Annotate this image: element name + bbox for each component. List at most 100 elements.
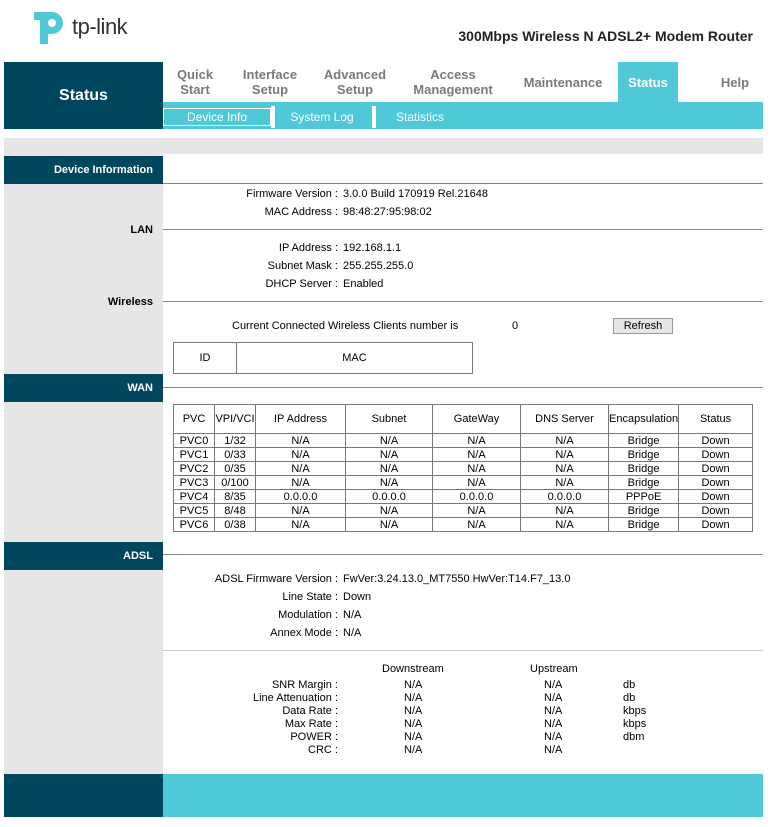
table-cell: Down	[678, 433, 753, 448]
nav-help[interactable]: Help	[710, 62, 760, 102]
current-section-title: Status	[4, 62, 163, 129]
adsl-stat-upstream: N/A	[544, 731, 563, 743]
nav-advanced-setup[interactable]: Advanced Setup	[315, 62, 395, 102]
subnet-label: Subnet Mask :	[267, 260, 338, 272]
adsl-stat-downstream: N/A	[404, 731, 423, 743]
table-row: PVC2 0/35 N/A N/A N/A N/A Bridge Down	[173, 461, 753, 476]
wireless-clients-label: Current Connected Wireless Clients numbe…	[232, 320, 459, 332]
table-cell: N/A	[255, 447, 346, 462]
subnav-device-info[interactable]: Device Info	[163, 108, 271, 126]
subnav-system-log[interactable]: System Log	[278, 108, 366, 126]
adsl-stat-label: Line Attenuation :	[252, 692, 338, 704]
table-cell: N/A	[345, 447, 433, 462]
line-state-value: Down	[343, 591, 372, 603]
nav-quick-start[interactable]: Quick Start	[163, 62, 227, 102]
adsl-stat-upstream: N/A	[544, 679, 563, 691]
table-cell: 0.0.0.0	[345, 489, 433, 504]
adsl-stat-upstream: N/A	[544, 744, 563, 756]
tp-link-logo-icon	[34, 12, 63, 44]
table-cell: N/A	[520, 475, 609, 490]
adsl-stat-label: Max Rate :	[284, 718, 338, 730]
divider	[163, 650, 763, 651]
table-row: PVC6 0/38 N/A N/A N/A N/A Bridge Down	[173, 517, 753, 532]
table-cell: Bridge	[607, 475, 680, 490]
nav-interface-setup[interactable]: Interface Setup	[230, 62, 310, 102]
adsl-stat-label: Data Rate :	[282, 705, 338, 717]
table-cell: 0/33	[214, 447, 256, 462]
table-cell: N/A	[520, 503, 609, 518]
section-lan: LAN	[130, 224, 153, 236]
column-header-mac: MAC	[236, 342, 473, 374]
table-cell: Bridge	[607, 503, 680, 518]
section-wireless: Wireless	[107, 296, 153, 308]
divider	[163, 183, 763, 184]
table-header-row: PVC VPI/VCI IP Address Subnet GateWay DN…	[173, 404, 753, 434]
table-cell: N/A	[432, 517, 521, 532]
nav-label: Start	[180, 82, 210, 97]
table-cell: N/A	[520, 461, 609, 476]
table-cell: Down	[678, 517, 753, 532]
wan-table: PVC VPI/VCI IP Address Subnet GateWay DN…	[173, 404, 753, 532]
table-cell: PVC1	[173, 447, 215, 462]
column-header: Status	[678, 404, 753, 434]
adsl-firmware-label: ADSL Firmware Version :	[214, 573, 338, 585]
nav-access-management[interactable]: Access Management	[404, 62, 502, 102]
adsl-stat-unit: kbps	[623, 718, 647, 730]
table-cell: Bridge	[607, 517, 680, 532]
adsl-stat-downstream: N/A	[404, 744, 423, 756]
table-cell: 0.0.0.0	[432, 489, 521, 504]
downstream-header: Downstream	[382, 663, 444, 675]
top-band	[4, 138, 763, 154]
adsl-stat-label: POWER :	[290, 731, 338, 743]
table-cell: Down	[678, 475, 753, 490]
table-cell: PVC6	[173, 517, 215, 532]
nav-label: Setup	[251, 82, 289, 97]
logo-text: tp-link	[72, 14, 128, 39]
table-cell: N/A	[432, 433, 521, 448]
table-cell: PPPoE	[607, 489, 680, 504]
table-cell: N/A	[432, 447, 521, 462]
dhcp-value: Enabled	[343, 278, 384, 290]
upstream-header: Upstream	[530, 663, 578, 675]
left-column	[4, 154, 163, 774]
nav-label: Management	[413, 82, 493, 97]
table-cell: Bridge	[607, 447, 680, 462]
table-cell: 0/100	[214, 475, 256, 490]
table-cell: N/A	[345, 433, 433, 448]
line-state-label: Line State :	[282, 591, 338, 603]
adsl-stat-unit: dbm	[623, 731, 645, 743]
nav-label: Maintenance	[523, 74, 603, 90]
nav-status[interactable]: Status	[618, 62, 678, 102]
brand-logo: tp-link	[30, 8, 128, 46]
modulation-label: Modulation :	[278, 609, 338, 621]
nav-maintenance[interactable]: Maintenance	[514, 62, 612, 102]
footer-right	[163, 774, 763, 817]
table-cell: 8/48	[214, 503, 256, 518]
wireless-client-table: ID MAC	[173, 342, 473, 374]
table-cell: N/A	[432, 503, 521, 518]
adsl-stat-upstream: N/A	[544, 692, 563, 704]
nav-label: Access	[430, 67, 476, 82]
column-header-id: ID	[173, 342, 237, 374]
table-cell: N/A	[432, 461, 521, 476]
subnav-separator	[271, 106, 275, 128]
nav-label: Quick	[176, 67, 214, 82]
table-cell: 8/35	[214, 489, 256, 504]
table-cell: N/A	[255, 461, 346, 476]
wan-table-body: PVC0 1/32 N/A N/A N/A N/A Bridge Down PVC1 0/33 N/…	[173, 433, 753, 532]
nav-label: Help	[720, 74, 750, 90]
table-row: PVC3 0/100 N/A N/A N/A N/A Bridge Down	[173, 475, 753, 490]
column-header: VPI/VCI	[214, 404, 256, 434]
divider	[163, 554, 763, 555]
table-cell: Down	[678, 447, 753, 462]
subnav-statistics[interactable]: Statistics	[380, 108, 460, 126]
nav-label: Interface	[242, 67, 298, 82]
adsl-stat-unit: db	[623, 679, 636, 691]
column-header: GateWay	[432, 404, 521, 434]
refresh-button[interactable]: Refresh	[613, 318, 673, 334]
table-cell: PVC5	[173, 503, 215, 518]
ip-label: IP Address :	[278, 242, 338, 254]
adsl-firmware-value: FwVer:3.24.13.0_MT7550 HwVer:T14.F7_13.0	[343, 573, 571, 585]
annex-mode-label: Annex Mode :	[270, 627, 338, 639]
table-cell: N/A	[520, 447, 609, 462]
